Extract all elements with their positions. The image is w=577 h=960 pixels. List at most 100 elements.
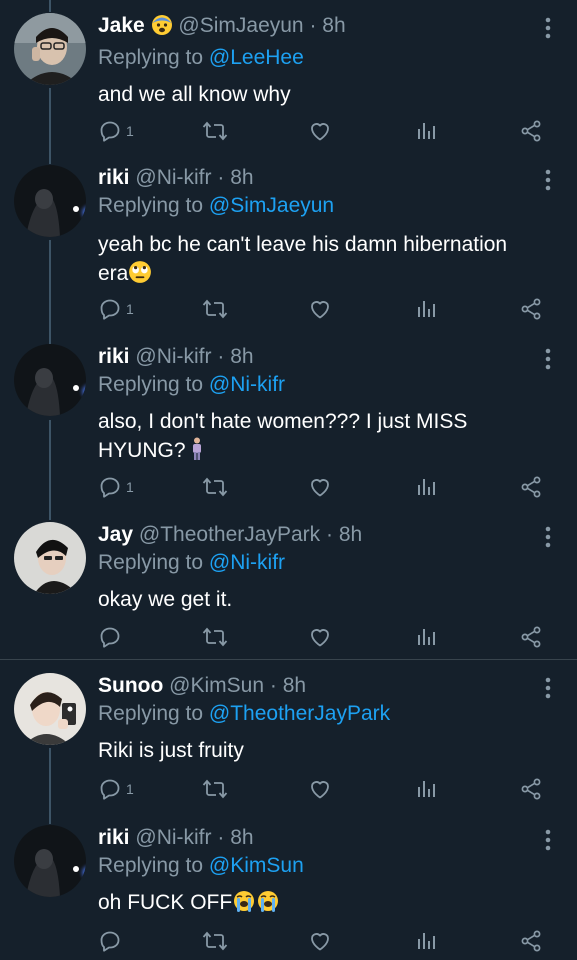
rolling-eyes-emoji <box>128 260 152 292</box>
mention-link[interactable]: @LeeHee <box>209 46 304 69</box>
timestamp[interactable]: 8h <box>230 345 253 368</box>
display-name[interactable]: riki <box>98 826 130 849</box>
reply-thread-feed: Jake @SimJaeyun · 8h Replying to @LeeHee… <box>0 0 577 960</box>
tweet-header: riki @Ni-kifr · 8h <box>98 152 537 192</box>
more-options-icon[interactable] <box>541 828 555 852</box>
handle[interactable]: @KimSun <box>169 674 264 697</box>
analytics-icon[interactable] <box>414 294 438 324</box>
share-icon[interactable] <box>519 116 543 146</box>
replying-to: Replying to @SimJaeyun <box>98 192 537 220</box>
tweet-text-content: Riki is just fruity <box>98 739 244 762</box>
replying-to-label: Replying to <box>98 194 209 217</box>
retweet-icon[interactable] <box>202 294 228 324</box>
mention-link[interactable]: @Ni-kifr <box>209 551 285 574</box>
like-icon[interactable] <box>308 116 332 146</box>
retweet-icon[interactable] <box>202 926 228 956</box>
replying-to-label: Replying to <box>98 702 209 725</box>
reply-count: 1 <box>126 781 134 797</box>
handle[interactable]: @TheotherJayPark <box>139 523 320 546</box>
tweet-text-content: also, I don't hate women??? I just MISS … <box>98 410 468 462</box>
replying-to: Replying to @LeeHee <box>98 44 537 72</box>
separator-dot: · <box>269 674 277 697</box>
mention-link[interactable]: @TheotherJayPark <box>209 702 390 725</box>
avatar[interactable] <box>14 825 86 897</box>
tweet-actions: 1 <box>98 294 547 324</box>
timestamp[interactable]: 8h <box>339 523 362 546</box>
more-options-icon[interactable] <box>541 168 555 192</box>
handle[interactable]: @Ni-kifr <box>135 166 211 189</box>
like-icon[interactable] <box>308 622 332 652</box>
replying-to: Replying to @KimSun <box>98 852 537 880</box>
more-options-icon[interactable] <box>541 525 555 549</box>
crying-face-emoji <box>232 889 280 921</box>
tweet-actions <box>98 622 547 652</box>
like-icon[interactable] <box>308 294 332 324</box>
mention-link[interactable]: @Ni-kifr <box>209 373 285 396</box>
like-icon[interactable] <box>308 472 332 502</box>
more-options-icon[interactable] <box>541 16 555 40</box>
tweet-text: oh FUCK OFF <box>98 888 537 921</box>
like-icon[interactable] <box>308 774 332 804</box>
reply-icon[interactable]: 1 <box>98 774 134 804</box>
replying-to-label: Replying to <box>98 854 209 877</box>
reply-icon[interactable]: 1 <box>98 294 134 324</box>
replying-to-label: Replying to <box>98 373 209 396</box>
avatar[interactable] <box>14 165 86 237</box>
analytics-icon[interactable] <box>414 472 438 502</box>
tweet-header: Sunoo @KimSun · 8h <box>98 660 537 700</box>
tweet-actions: 1 <box>98 774 547 804</box>
display-name[interactable]: Jay <box>98 523 133 546</box>
tweet-actions: 1 <box>98 116 547 146</box>
handle[interactable]: @Ni-kifr <box>135 345 211 368</box>
tweet-text-content: okay we get it. <box>98 588 233 611</box>
retweet-icon[interactable] <box>202 116 228 146</box>
reply-icon[interactable] <box>98 926 126 956</box>
replying-to-label: Replying to <box>98 46 209 69</box>
timestamp[interactable]: 8h <box>283 674 306 697</box>
replying-to: Replying to @Ni-kifr <box>98 549 537 577</box>
reply-count: 1 <box>126 479 134 495</box>
timestamp[interactable]: 8h <box>322 14 345 37</box>
display-name[interactable]: Sunoo <box>98 674 163 697</box>
reply-count: 1 <box>126 301 134 317</box>
tweet-text: and we all know why <box>98 80 537 109</box>
reply-icon[interactable]: 1 <box>98 116 134 146</box>
tweet-text: also, I don't hate women??? I just MISS … <box>98 407 518 469</box>
share-icon[interactable] <box>519 294 543 324</box>
retweet-icon[interactable] <box>202 472 228 502</box>
timestamp[interactable]: 8h <box>230 826 253 849</box>
reply-icon[interactable] <box>98 622 126 652</box>
tweet-header: riki @Ni-kifr · 8h <box>98 331 537 371</box>
more-options-icon[interactable] <box>541 676 555 700</box>
avatar[interactable] <box>14 673 86 745</box>
share-icon[interactable] <box>519 472 543 502</box>
separator-dot: · <box>309 14 317 37</box>
display-name[interactable]: riki <box>98 166 130 189</box>
tweet-actions: 1 <box>98 472 547 502</box>
share-icon[interactable] <box>519 622 543 652</box>
avatar[interactable] <box>14 13 86 85</box>
retweet-icon[interactable] <box>202 774 228 804</box>
reply-icon[interactable]: 1 <box>98 472 134 502</box>
share-icon[interactable] <box>519 774 543 804</box>
avatar[interactable] <box>14 522 86 594</box>
more-options-icon[interactable] <box>541 347 555 371</box>
share-icon[interactable] <box>519 926 543 956</box>
reply-count: 1 <box>126 123 134 139</box>
analytics-icon[interactable] <box>414 622 438 652</box>
mention-link[interactable]: @SimJaeyun <box>209 194 334 217</box>
tweet-text: Riki is just fruity <box>98 736 537 765</box>
mention-link[interactable]: @KimSun <box>209 854 304 877</box>
display-name[interactable]: Jake <box>98 14 145 37</box>
analytics-icon[interactable] <box>414 926 438 956</box>
analytics-icon[interactable] <box>414 116 438 146</box>
handle[interactable]: @SimJaeyun <box>178 14 303 37</box>
like-icon[interactable] <box>308 926 332 956</box>
handle[interactable]: @Ni-kifr <box>135 826 211 849</box>
timestamp[interactable]: 8h <box>230 166 253 189</box>
retweet-icon[interactable] <box>202 622 228 652</box>
analytics-icon[interactable] <box>414 774 438 804</box>
avatar[interactable] <box>14 344 86 416</box>
display-name[interactable]: riki <box>98 345 130 368</box>
tweet-header: riki @Ni-kifr · 8h <box>98 812 537 852</box>
